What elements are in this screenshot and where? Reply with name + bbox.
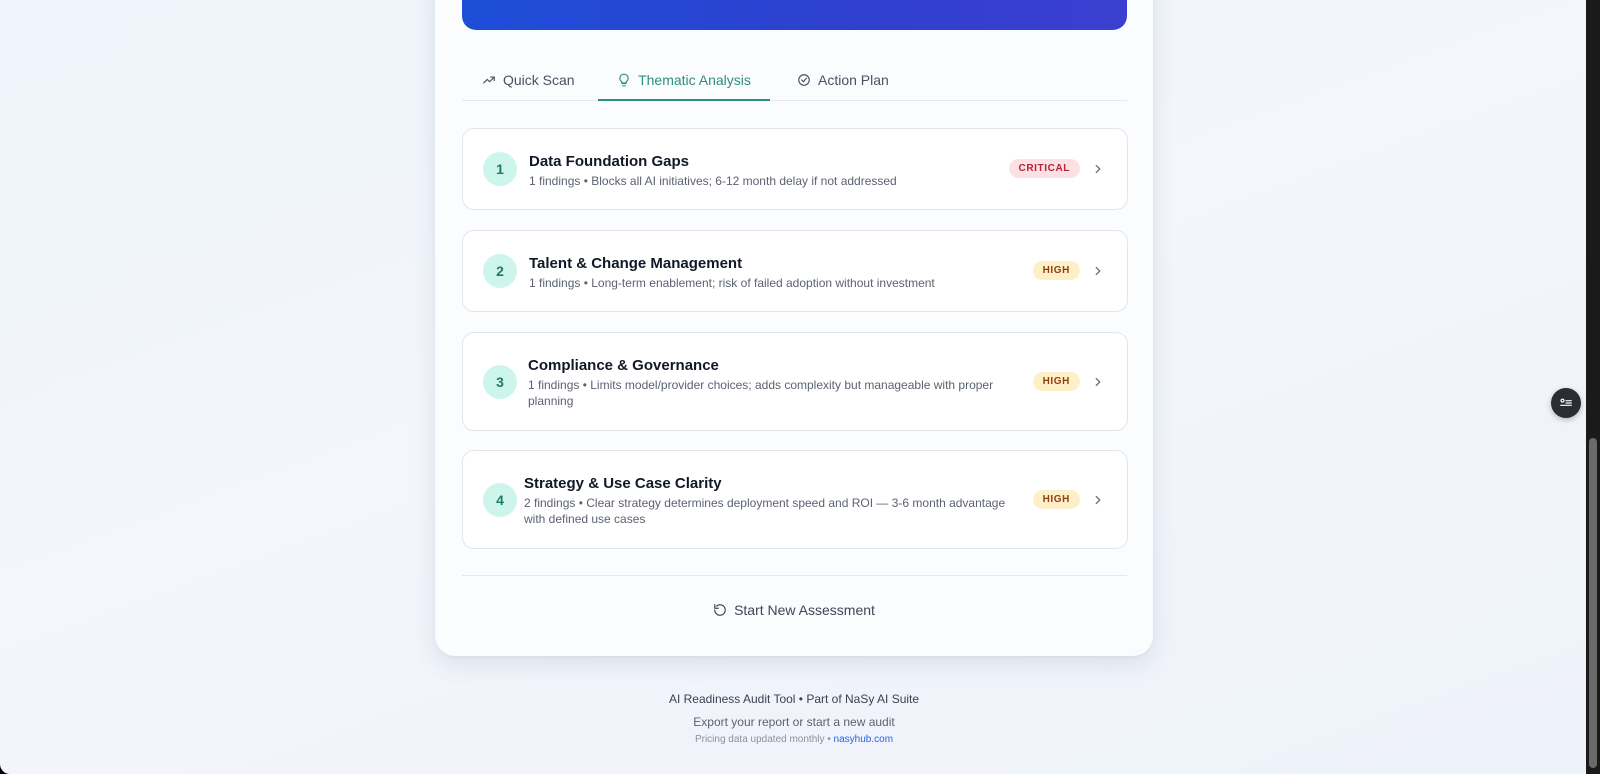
tab-action-plan[interactable]: Action Plan (797, 60, 889, 100)
tab-label: Quick Scan (503, 72, 575, 88)
nasyhub-link[interactable]: nasyhub.com (834, 734, 893, 745)
theme-description: 1 findings • Long-term enablement; risk … (529, 276, 935, 290)
severity-badge: HIGH (1032, 490, 1080, 509)
refresh-icon (714, 604, 726, 616)
footer-hint: Export your report or start a new audit (693, 715, 895, 729)
tab-label: Action Plan (818, 72, 889, 88)
pricing-note-text: Pricing data updated monthly • (694, 734, 831, 745)
footer-pricing-note: Pricing data updated monthly • nasyhub.c… (435, 734, 1153, 745)
tab-quick-scan[interactable]: Quick Scan (482, 60, 575, 100)
scrollbar-thumb[interactable] (1589, 438, 1597, 768)
restart-label: Start New Assessment (734, 602, 875, 618)
theme-item[interactable]: 3 Compliance & Governance 1 findings • L… (462, 332, 1128, 431)
trending-up-icon (483, 76, 495, 84)
theme-number: 2 (483, 254, 517, 288)
results-card: Quick Scan Thematic Analysis Action Plan… (435, 0, 1153, 656)
check-circle-icon (798, 74, 810, 86)
theme-item[interactable]: 4 Strategy & Use Case Clarity 2 findings… (462, 450, 1128, 549)
tab-thematic-analysis[interactable]: Thematic Analysis (598, 60, 770, 101)
severity-badge: CRITICAL (1008, 159, 1080, 178)
footer-tool-name: AI Readiness Audit Tool • Part of NaSy A… (668, 692, 920, 706)
severity-badge: HIGH (1032, 261, 1080, 280)
theme-number: 3 (483, 365, 517, 399)
analysis-tabs: Quick Scan Thematic Analysis Action Plan (462, 60, 1127, 101)
summary-banner (462, 0, 1127, 30)
theme-number: 1 (483, 152, 517, 186)
theme-title: Data Foundation Gaps (529, 153, 690, 170)
theme-item[interactable]: 2 Talent & Change Management 1 findings … (462, 230, 1128, 312)
tab-label: Thematic Analysis (638, 72, 751, 88)
theme-title: Compliance & Governance (528, 357, 719, 374)
start-new-assessment-button[interactable]: Start New Assessment (435, 600, 1153, 620)
theme-item[interactable]: 1 Data Foundation Gaps 1 findings • Bloc… (462, 128, 1128, 210)
chevron-right-icon (1095, 266, 1101, 276)
severity-badge: HIGH (1032, 372, 1080, 391)
divider (462, 575, 1127, 576)
theme-description: 2 findings • Clear strategy determines d… (524, 496, 1006, 526)
toggle-list-icon (1560, 398, 1572, 406)
theme-title: Talent & Change Management (529, 255, 743, 272)
lightbulb-icon (619, 73, 629, 87)
chevron-right-icon (1095, 164, 1101, 174)
chevron-right-icon (1095, 495, 1101, 505)
page-viewport: Quick Scan Thematic Analysis Action Plan… (0, 0, 1586, 774)
theme-number: 4 (483, 483, 517, 517)
chevron-right-icon (1095, 377, 1101, 387)
theme-description: 1 findings • Blocks all AI initiatives; … (529, 174, 897, 188)
floating-toggle-button[interactable] (1551, 388, 1581, 418)
theme-description: 1 findings • Limits model/provider choic… (528, 378, 994, 408)
theme-title: Strategy & Use Case Clarity (524, 475, 722, 492)
